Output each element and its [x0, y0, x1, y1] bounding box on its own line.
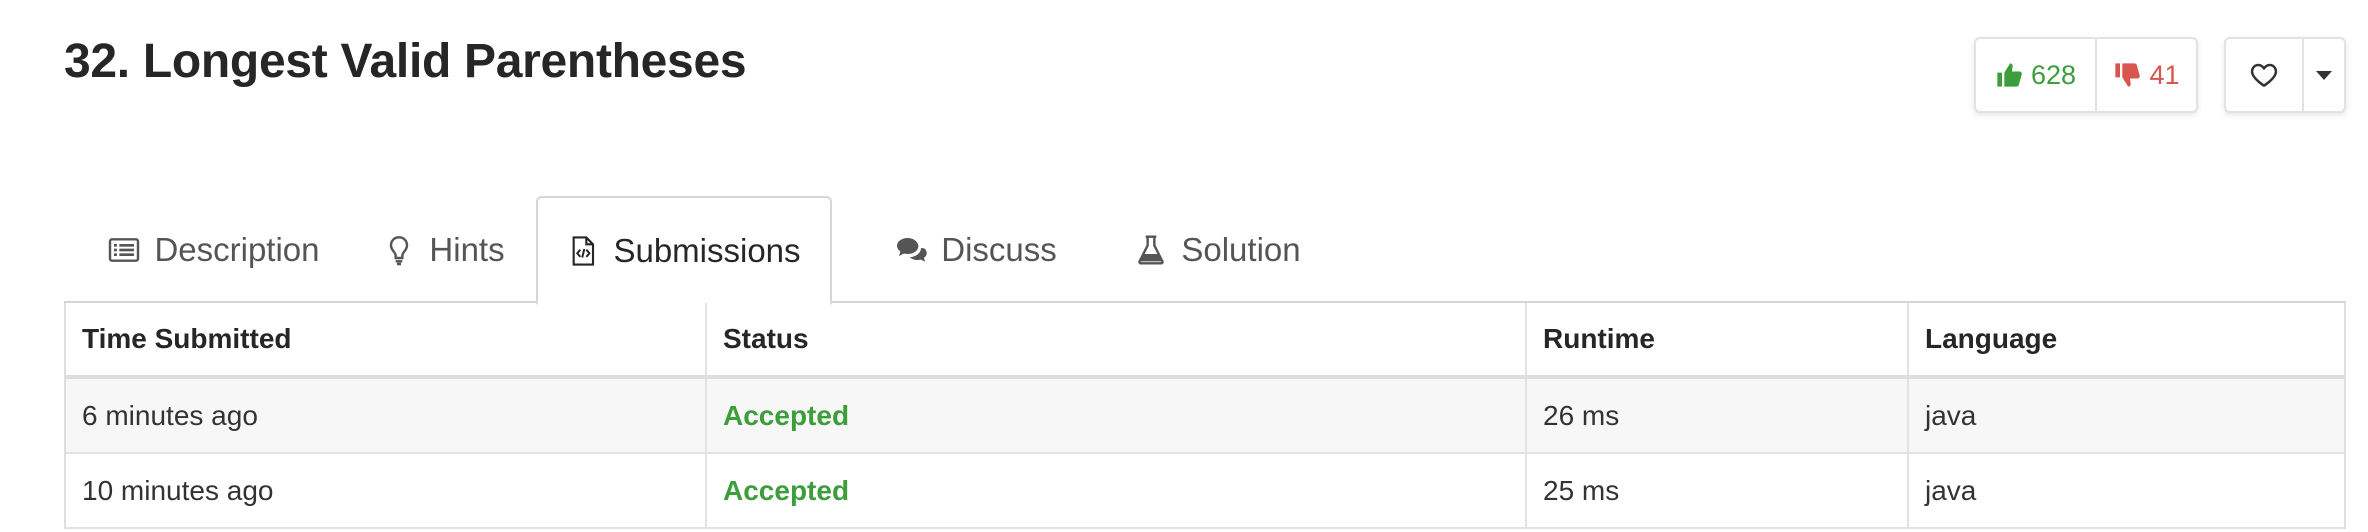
- column-header-time[interactable]: Time Submitted: [66, 303, 707, 375]
- submission-time: 10 minutes ago: [66, 454, 707, 527]
- upvote-button[interactable]: 628: [1976, 39, 2097, 111]
- tab-solution[interactable]: Solution: [1108, 196, 1328, 303]
- column-header-status[interactable]: Status: [707, 303, 1527, 375]
- table-header-row: Time Submitted Status Runtime Language: [66, 303, 2344, 379]
- downvote-count: 41: [2149, 59, 2180, 90]
- comments-icon: [897, 237, 927, 262]
- thumbs-down-icon: [2115, 63, 2141, 87]
- problem-tabs: Description Hints Submissions Discuss So…: [64, 196, 2346, 305]
- tab-submissions[interactable]: Submissions: [536, 196, 832, 305]
- tab-hints[interactable]: Hints: [374, 196, 514, 303]
- list-icon: [109, 237, 140, 262]
- submission-language: java: [1925, 399, 1977, 431]
- submission-runtime: 26 ms: [1527, 379, 1909, 452]
- favorite-dropdown-button[interactable]: [2304, 39, 2344, 111]
- page-title: 32. Longest Valid Parentheses: [64, 35, 747, 88]
- submission-status-link[interactable]: Accepted: [723, 475, 849, 507]
- column-header-language[interactable]: Language: [1909, 303, 2344, 375]
- table-row: 6 minutes ago Accepted 26 ms java: [66, 379, 2344, 454]
- submission-status-link[interactable]: Accepted: [723, 400, 849, 432]
- tab-label: Submissions: [613, 231, 801, 269]
- tab-label: Discuss: [941, 230, 1057, 268]
- tab-label: Hints: [429, 230, 505, 268]
- submission-status-cell: Accepted: [707, 454, 1527, 527]
- downvote-button[interactable]: 41: [2097, 39, 2196, 111]
- caret-down-icon: [2316, 70, 2332, 80]
- favorite-group: [2224, 37, 2346, 113]
- favorite-button[interactable]: [2226, 39, 2304, 111]
- table-row: 10 minutes ago Accepted 25 ms java: [66, 454, 2344, 529]
- flask-icon: [1138, 234, 1165, 265]
- submission-language: java: [1925, 474, 1977, 506]
- upvote-count: 628: [2030, 59, 2077, 90]
- tab-label: Solution: [1181, 230, 1301, 268]
- column-header-runtime[interactable]: Runtime: [1527, 303, 1909, 375]
- submissions-page: 32. Longest Valid Parentheses 628 41 Des…: [0, 0, 2368, 532]
- tab-label: Description: [154, 230, 320, 268]
- submissions-table: Time Submitted Status Runtime Language 6…: [64, 303, 2346, 529]
- submission-status-cell: Accepted: [707, 379, 1527, 452]
- thumbs-up-icon: [1997, 63, 2022, 87]
- heart-icon: [2250, 63, 2278, 87]
- lightbulb-icon: [390, 235, 409, 265]
- vote-group: 628 41: [1974, 37, 2198, 113]
- submission-time: 6 minutes ago: [66, 379, 707, 452]
- tab-discuss[interactable]: Discuss: [866, 196, 1086, 303]
- submission-runtime: 25 ms: [1527, 454, 1909, 527]
- code-file-icon: [573, 235, 595, 266]
- tab-description[interactable]: Description: [94, 196, 334, 303]
